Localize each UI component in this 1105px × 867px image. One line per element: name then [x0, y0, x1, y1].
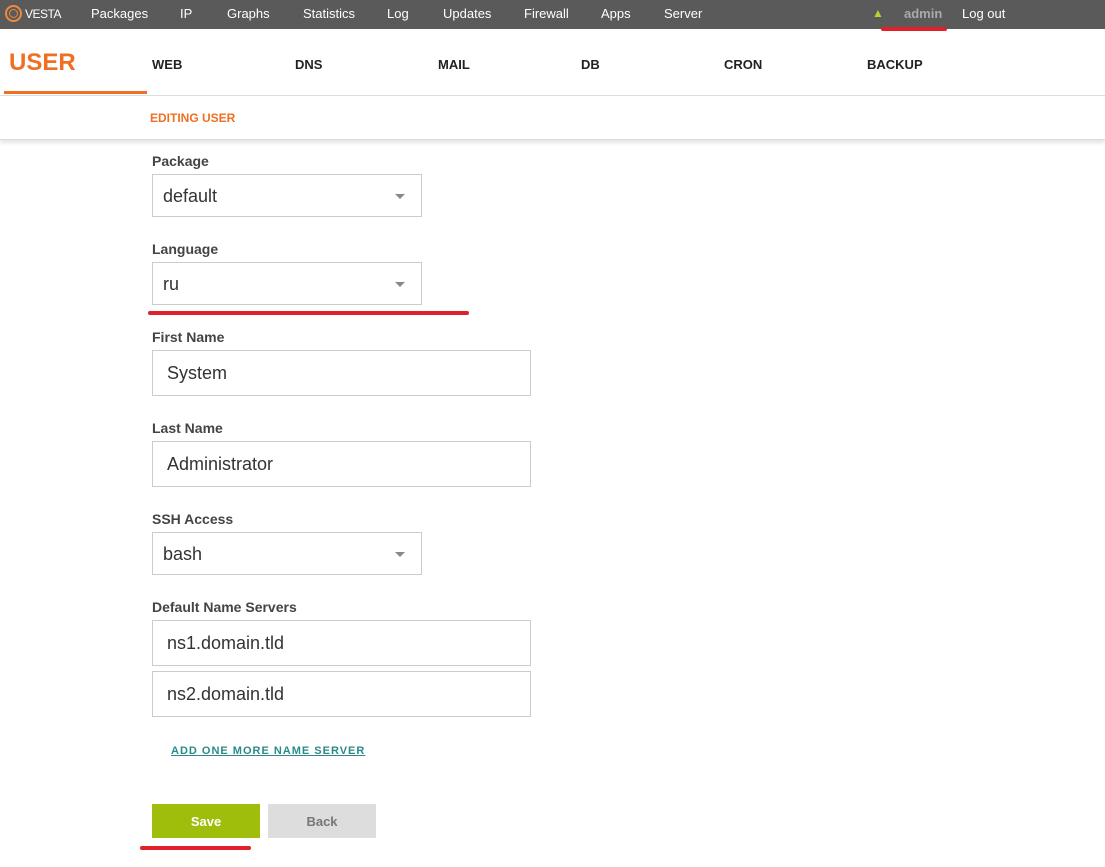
last-name-label: Last Name — [152, 420, 223, 436]
chevron-down-icon — [395, 282, 405, 292]
nav-updates[interactable]: Updates — [443, 6, 491, 21]
section-tabs: USER WEB DNS MAIL DB CRON BACKUP — [0, 29, 1105, 96]
tab-user[interactable]: USER — [9, 49, 76, 77]
nav-apps[interactable]: Apps — [601, 6, 631, 21]
active-tab-indicator — [4, 91, 147, 94]
logout-link[interactable]: Log out — [962, 6, 1005, 21]
ns2-input[interactable]: ns2.domain.tld — [152, 671, 531, 717]
annotation-underline — [140, 846, 251, 850]
chevron-down-icon — [395, 194, 405, 204]
nav-graphs[interactable]: Graphs — [227, 6, 270, 21]
nav-firewall[interactable]: Firewall — [524, 6, 569, 21]
tab-cron[interactable]: CRON — [724, 57, 762, 72]
first-name-label: First Name — [152, 329, 225, 345]
package-select[interactable]: default — [152, 174, 422, 217]
logo-text: VESTA — [25, 6, 61, 21]
add-name-server-link[interactable]: ADD ONE MORE NAME SERVER — [171, 745, 365, 757]
nav-statistics[interactable]: Statistics — [303, 6, 355, 21]
bell-icon[interactable]: ▲ — [872, 6, 884, 20]
top-nav-bar: VESTA Packages IP Graphs Statistics Log … — [0, 0, 1105, 29]
name-servers-label: Default Name Servers — [152, 599, 297, 615]
vesta-logo[interactable]: VESTA — [5, 5, 61, 22]
language-select[interactable]: ru — [152, 262, 422, 305]
nav-packages[interactable]: Packages — [91, 6, 148, 21]
package-label: Package — [152, 153, 209, 169]
nav-log[interactable]: Log — [387, 6, 409, 21]
tab-backup[interactable]: BACKUP — [867, 57, 923, 72]
tab-mail[interactable]: MAIL — [438, 57, 470, 72]
subheader: EDITING USER — [0, 96, 1105, 140]
logo-icon — [5, 5, 22, 22]
package-value: default — [163, 186, 218, 206]
save-button[interactable]: Save — [152, 804, 260, 838]
ns1-input[interactable]: ns1.domain.tld — [152, 620, 531, 666]
page-title: EDITING USER — [150, 111, 236, 125]
ssh-value: bash — [163, 544, 203, 564]
back-button[interactable]: Back — [268, 804, 376, 838]
nav-server[interactable]: Server — [664, 6, 702, 21]
last-name-input[interactable]: Administrator — [152, 441, 531, 487]
ssh-access-select[interactable]: bash — [152, 532, 422, 575]
language-value: ru — [163, 274, 180, 294]
annotation-underline — [148, 311, 469, 315]
tab-dns[interactable]: DNS — [295, 57, 322, 72]
tab-db[interactable]: DB — [581, 57, 600, 72]
tab-web[interactable]: WEB — [152, 57, 182, 72]
language-label: Language — [152, 241, 219, 257]
chevron-down-icon — [395, 552, 405, 562]
nav-ip[interactable]: IP — [180, 6, 192, 21]
user-link[interactable]: admin — [904, 6, 942, 21]
ssh-access-label: SSH Access — [152, 511, 234, 527]
first-name-input[interactable]: System — [152, 350, 531, 396]
